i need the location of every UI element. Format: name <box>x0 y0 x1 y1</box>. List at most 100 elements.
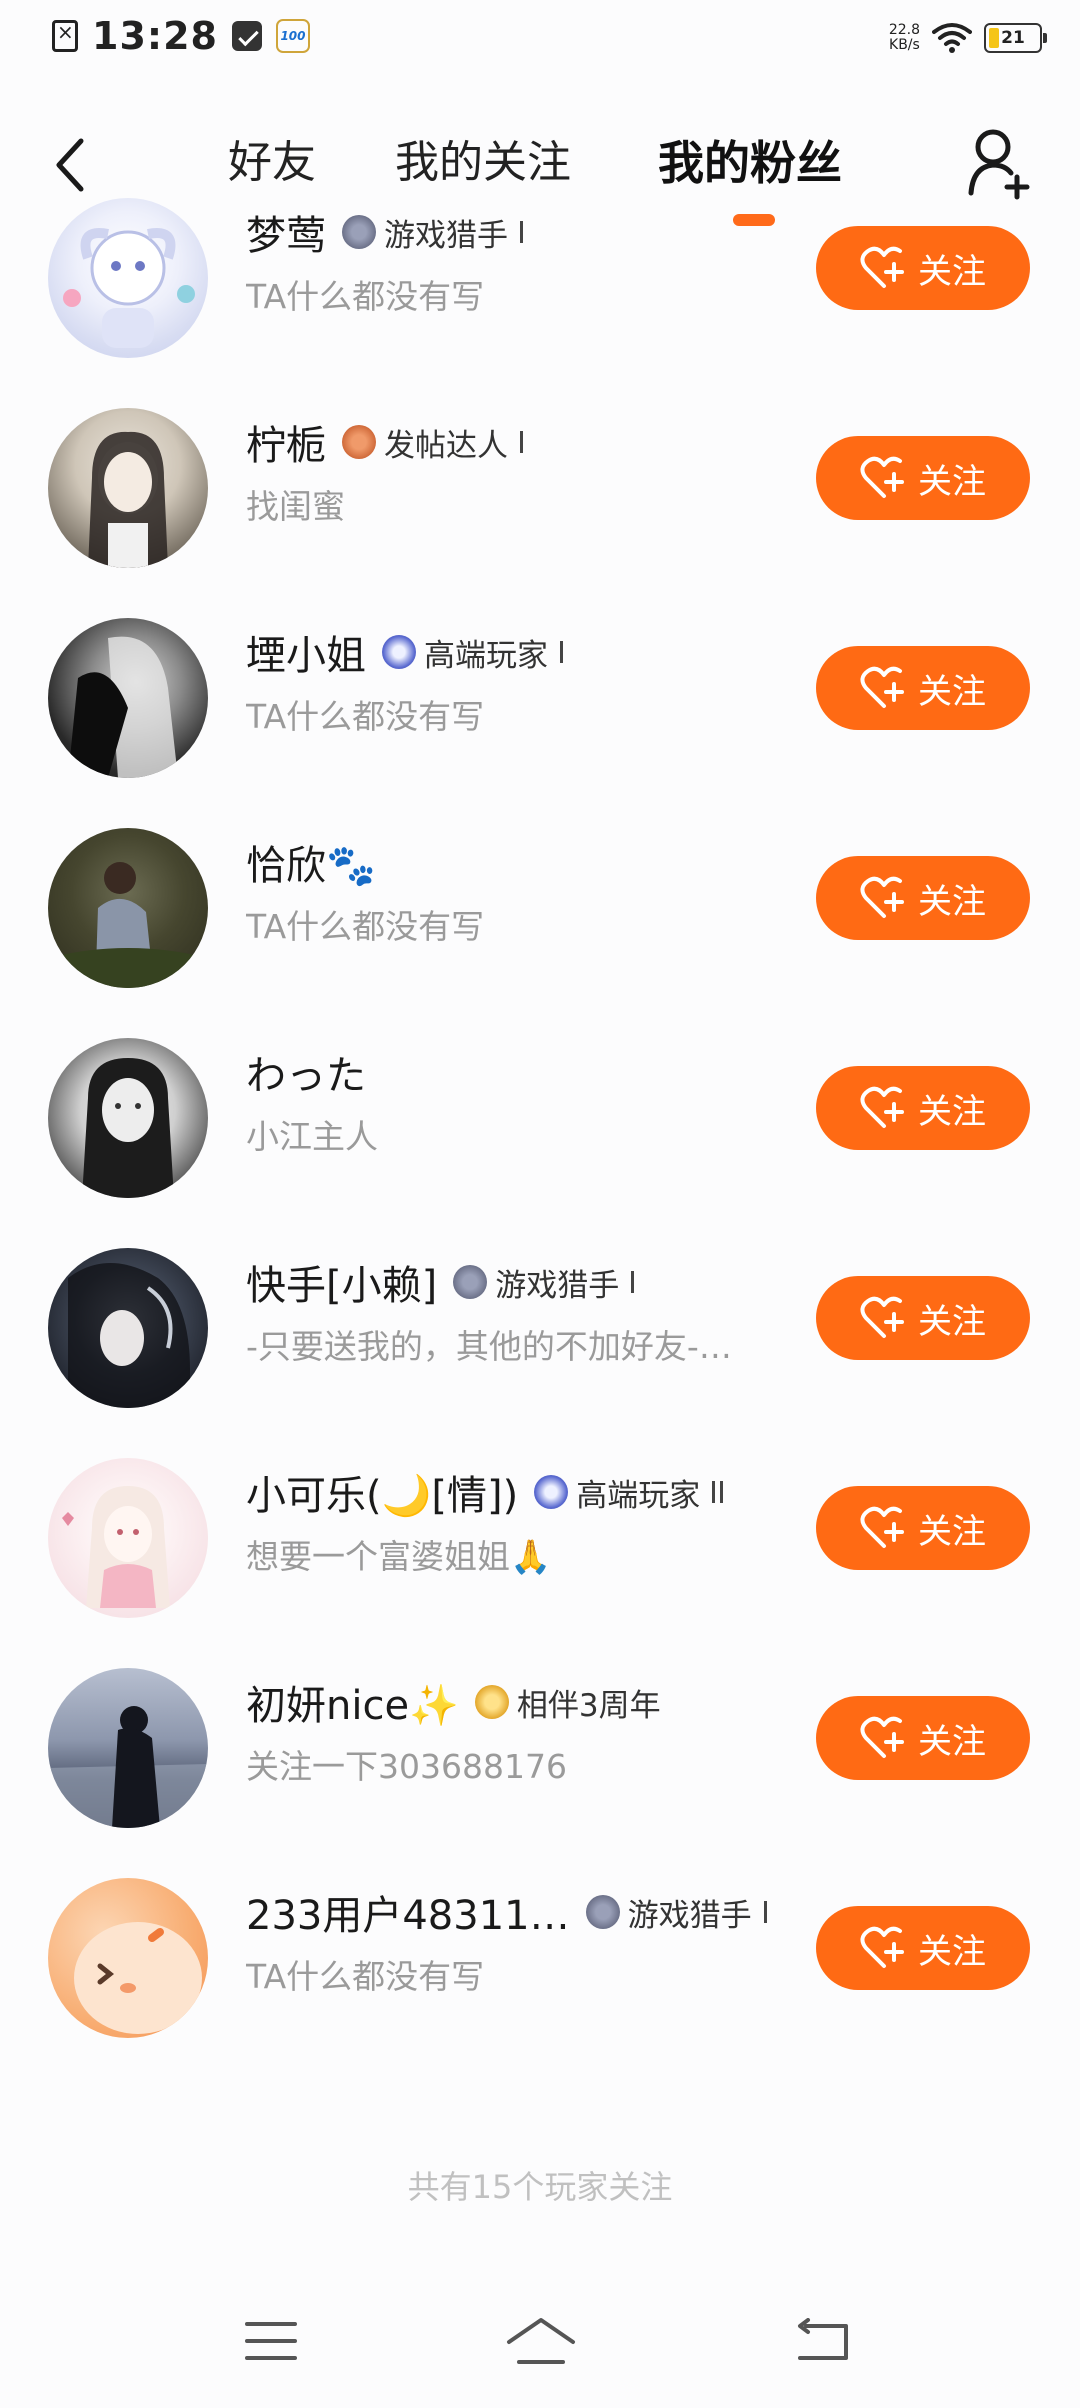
follow-label: 关注 <box>918 881 986 922</box>
return-icon <box>798 2318 848 2360</box>
network-speed: 22.8 KB/s <box>889 23 920 53</box>
heart-plus-icon <box>860 876 904 918</box>
badge-label: 发帖达人 <box>384 427 508 464</box>
follow-label: 关注 <box>918 251 986 292</box>
notification-icon <box>231 21 262 51</box>
wifi-icon <box>932 23 972 53</box>
follow-button[interactable]: 关注 <box>816 226 1030 310</box>
avatar[interactable] <box>48 1458 208 1618</box>
avatar[interactable] <box>48 408 208 568</box>
user-badge: 高端玩家 <box>382 630 563 675</box>
status-left: 13:28 100 <box>52 14 310 58</box>
heart-plus-icon <box>860 1506 904 1548</box>
recent-apps-button[interactable] <box>226 2306 316 2376</box>
name-line: 堙小姐 高端玩家 <box>246 624 563 680</box>
heart-plus-icon <box>860 1086 904 1128</box>
list-item[interactable]: 柠栀 发帖达人 找闺蜜 关注 <box>0 378 1080 578</box>
user-bio: TA什么都没有写 <box>246 907 485 946</box>
name-line: 梦莺 游戏猎手 <box>246 204 523 260</box>
list-item[interactable]: 小可乐(🌙[情]) 高端玩家 想要一个富婆姐姐🙏 关注 <box>0 1428 1080 1628</box>
avatar[interactable] <box>48 1878 208 2038</box>
badge-label: 相伴3周年 <box>516 1687 661 1724</box>
user-bio: 关注一下303688176 <box>246 1747 567 1786</box>
badge-icon <box>342 425 376 459</box>
user-badge: 相伴3周年 <box>474 1680 661 1725</box>
status-bar: 13:28 100 22.8 KB/s 21 <box>0 0 1080 84</box>
badge-level-mark <box>720 1481 724 1503</box>
badge-icon <box>534 1475 569 1509</box>
badge-level-mark <box>631 1271 635 1293</box>
anniversary-badge-icon <box>474 1685 509 1719</box>
badge-label: 高端玩家 <box>424 637 548 674</box>
user-badge: 游戏猎手 <box>585 1890 767 1935</box>
avatar[interactable] <box>48 828 208 988</box>
user-name: 恰欣🐾 <box>246 843 376 889</box>
follow-button[interactable]: 关注 <box>816 1486 1030 1570</box>
badge-icon <box>382 635 416 669</box>
follow-button[interactable]: 关注 <box>816 1066 1030 1150</box>
user-bio: -只要送我的，其他的不加好友-… <box>246 1327 732 1366</box>
follow-button[interactable]: 关注 <box>816 856 1030 940</box>
follow-button[interactable]: 关注 <box>816 646 1030 730</box>
follow-label: 关注 <box>918 1511 986 1552</box>
follow-button[interactable]: 关注 <box>816 1906 1030 1990</box>
follow-button[interactable]: 关注 <box>816 436 1030 520</box>
heart-plus-icon <box>860 246 904 288</box>
list-item[interactable]: 堙小姐 高端玩家 TA什么都没有写 关注 <box>0 588 1080 788</box>
badge-icon <box>585 1895 620 1929</box>
name-line: 初妍nice✨ 相伴3周年 <box>246 1674 661 1730</box>
user-bio: 想要一个富婆姐姐🙏 <box>246 1537 552 1576</box>
heart-plus-icon <box>860 1716 904 1758</box>
heart-plus-icon <box>860 1926 904 1968</box>
name-line: 柠栀 发帖达人 <box>246 414 523 470</box>
user-name: 初妍nice✨ <box>246 1683 459 1729</box>
battery-icon: 21 <box>984 23 1047 53</box>
user-name: 梦莺 <box>246 213 326 259</box>
user-name: 小可乐(🌙[情]) <box>246 1473 519 1519</box>
avatar[interactable] <box>48 1038 208 1198</box>
badge-level-mark <box>763 1901 767 1923</box>
user-name: わった <box>246 1053 366 1099</box>
badge-label: 游戏猎手 <box>384 217 508 254</box>
user-bio: TA什么都没有写 <box>246 1957 485 1996</box>
list-item[interactable]: 快手[小赖] 游戏猎手 -只要送我的，其他的不加好友-… 关注 <box>0 1218 1080 1418</box>
list-item[interactable]: 233用户48311… 游戏猎手 TA什么都没有写 关注 <box>0 1848 1080 2048</box>
back-nav-button[interactable] <box>778 2306 868 2376</box>
avatar[interactable] <box>48 1668 208 1828</box>
user-bio: 找闺蜜 <box>246 487 345 526</box>
user-badge: 高端玩家 <box>534 1470 724 1515</box>
menu-icon <box>245 2322 297 2360</box>
name-line: 小可乐(🌙[情]) 高端玩家 <box>246 1464 724 1520</box>
follow-button[interactable]: 关注 <box>816 1696 1030 1780</box>
battery-level: 21 <box>1001 28 1025 48</box>
badge-label: 游戏猎手 <box>495 1267 620 1304</box>
no-sim-icon <box>52 20 78 52</box>
network-speed-unit: KB/s <box>889 37 920 53</box>
list-item[interactable]: 梦莺 游戏猎手 TA什么都没有写 关注 <box>0 168 1080 368</box>
badge-label: 游戏猎手 <box>627 1897 752 1934</box>
user-name: 堙小姐 <box>246 633 366 679</box>
name-line: 恰欣🐾 <box>246 834 376 890</box>
avatar[interactable] <box>48 1248 208 1408</box>
follow-label: 关注 <box>918 461 986 502</box>
badge-level-mark <box>560 641 563 663</box>
badge-level-mark <box>520 431 523 453</box>
home-button[interactable] <box>496 2306 586 2376</box>
list-item[interactable]: 恰欣🐾 TA什么都没有写 关注 <box>0 798 1080 998</box>
user-name: 柠栀 <box>246 423 326 469</box>
badge-icon <box>342 215 376 249</box>
follow-label: 关注 <box>918 671 986 712</box>
list-item[interactable]: わった 小江主人 关注 <box>0 1008 1080 1208</box>
badge-icon <box>453 1265 488 1299</box>
avatar[interactable] <box>48 198 208 358</box>
follow-label: 关注 <box>918 1301 986 1342</box>
follow-label: 关注 <box>918 1091 986 1132</box>
list-item[interactable]: 初妍nice✨ 相伴3周年 关注一下303688176 关注 <box>0 1638 1080 1838</box>
user-badge: 游戏猎手 <box>342 210 523 255</box>
user-name: 快手[小赖] <box>246 1263 438 1309</box>
clock: 13:28 <box>92 14 218 58</box>
name-line: わった <box>246 1044 366 1100</box>
follow-label: 关注 <box>918 1721 986 1762</box>
follow-button[interactable]: 关注 <box>816 1276 1030 1360</box>
avatar[interactable] <box>48 618 208 778</box>
